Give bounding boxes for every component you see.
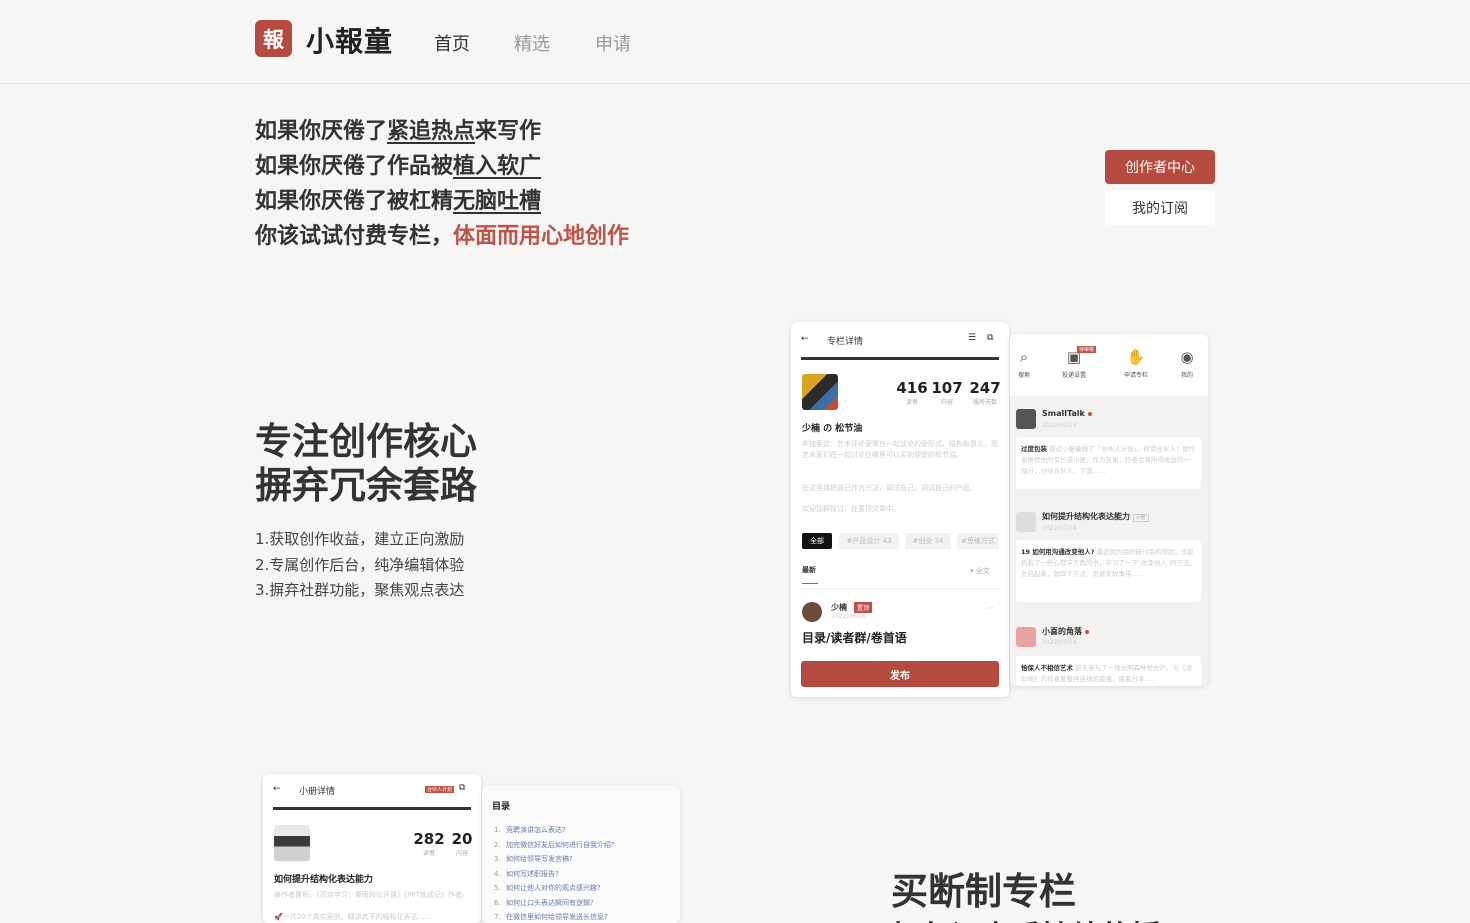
list-item[interactable]: 7. 在微信里如何给领导发送长信息? — [494, 910, 615, 923]
pending-badge: 待审核 — [1077, 346, 1097, 353]
logo-icon[interactable]: 報 — [255, 20, 292, 57]
toc-list: 1. 竞聘演讲怎么表达? 2. 加完微信好友后如何进行自我介绍? 3. 如何给领导写发… — [494, 823, 615, 923]
stat-readers: 416 读者 — [896, 379, 928, 406]
column-avatar — [802, 374, 838, 410]
brand-name[interactable]: 小報童 — [306, 20, 393, 60]
menu-icon: ☰ — [968, 333, 977, 343]
section2-title: 买断制专栏 — [891, 870, 1076, 913]
search-icon: ⌕ — [1019, 348, 1029, 366]
list-item[interactable]: 3. 如何给领导写发言稿? — [494, 852, 615, 867]
active-underline — [802, 583, 818, 584]
feed-item-name[interactable]: SmallTalk — [1042, 409, 1092, 418]
feed-avatar — [1016, 409, 1036, 429]
list-item[interactable]: 恰保人不相信艺术 前天参与了一场光明森林举办的，与《凛似地》的作者聚餐并连线的直… — [1016, 656, 1201, 686]
divider — [273, 807, 471, 810]
column-description: 毕加索说：艺术评论家聚在一起谈论的是形式、结构和意义，而艺术家们在一起讨论在哪里… — [802, 440, 998, 459]
hero-slogan: 如果你厌倦了紧追热点来写作 如果你厌倦了作品被植入软广 如果你厌倦了被杠精无脑吐… — [255, 116, 775, 256]
booklet-description-2: 🚀一共20个真实案例，精讲其下的结构化表达…… — [274, 913, 432, 921]
list-item[interactable]: 19 如何用沟通改变他人? 最近因为组织研讨会的原因，也趁机看了一些心理学方面的… — [1016, 540, 1201, 602]
tag-startup[interactable]: #创业 34 — [905, 533, 951, 549]
tag-product-design[interactable]: #产品设计 43 — [839, 533, 899, 549]
toc-screenshot: 目录 1. 竞聘演讲怎么表达? 2. 加完微信好友后如何进行自我介绍? 3. 如何给领… — [482, 786, 680, 923]
column-description-2: 在这里我把自己作为方法，调试自己，调试自己的产品。 — [802, 484, 977, 492]
screen-title: 专栏详情 — [827, 337, 864, 347]
nav-featured[interactable]: 精选 — [514, 30, 550, 56]
screen-title: 小册详情 — [299, 787, 336, 797]
list-item[interactable]: 4. 如何写述职报告? — [494, 867, 615, 882]
hero-line-1: 如果你厌倦了紧追热点来写作 — [255, 119, 542, 144]
divider — [802, 588, 1000, 589]
section1-title: 专注创作核心 摒弃冗余套路 — [255, 420, 477, 507]
tab-apply[interactable]: ✋ 申请专栏 — [1116, 348, 1156, 379]
booklet-description: 😁作者曹雨，《高效学习：曹雨的公开课》《PPT炼成记》作者。 — [274, 891, 470, 899]
booklet-avatar — [274, 825, 310, 861]
list-item[interactable]: 1. 竞聘演讲怎么表达? — [494, 823, 615, 838]
nav-home[interactable]: 首页 — [434, 30, 470, 56]
hero-line-4: 你该试试付费专栏，体面而用心地创作 — [255, 224, 630, 249]
nav-apply[interactable]: 申请 — [595, 30, 631, 56]
author-avatar — [802, 602, 822, 622]
feed-screenshot: ⌕ 搜索 ▣ 投递设置 待审核 ✋ 申请专栏 ◉ 我的 SmallTalk 2022/0… — [1010, 334, 1208, 686]
list-item[interactable]: 5. 如何让他人对你的观点感兴趣? — [494, 881, 615, 896]
tag-thinking[interactable]: #思维方式 — [957, 533, 999, 549]
hero-line-3: 如果你厌倦了被杠精无脑吐槽 — [255, 189, 542, 214]
partner-badge: 合伙人计划 — [425, 786, 455, 793]
tab-search[interactable]: ⌕ 搜索 — [1010, 348, 1044, 379]
back-arrow-icon: ← — [273, 784, 281, 794]
tag-all[interactable]: 全部 — [802, 533, 832, 549]
sort-full-text[interactable]: ▾ 全文 — [970, 566, 990, 576]
creator-center-button[interactable]: 创作者中心 — [1105, 150, 1215, 184]
list-item: 1.获取创作收益，建立正向激励 — [255, 530, 465, 548]
hand-icon: ✋ — [1126, 348, 1146, 366]
back-arrow-icon: ← — [801, 334, 809, 344]
more-icon[interactable]: ⋯ — [987, 604, 994, 612]
booklet-detail-screenshot: ← 小册详情 合伙人计划 ⧉ 282 读者 20 内容 如何提升结构化表达能力 😁作… — [263, 774, 481, 923]
share-icon: ⧉ — [987, 333, 994, 343]
list-item: 2.专属创作后台，纯净编辑体验 — [255, 555, 465, 574]
stat-readers: 282 读者 — [413, 830, 445, 857]
section1-points: 1.获取创作收益，建立正向激励 2.专属创作后台，纯净编辑体验 3.摒弃社群功能… — [255, 527, 464, 604]
pinned-badge: 置顶 — [854, 602, 873, 613]
post-date: 2022/06/06 — [831, 613, 866, 620]
tab-mine[interactable]: ◉ 我的 — [1167, 348, 1207, 379]
sort-latest[interactable]: 最新 — [802, 565, 816, 575]
list-item[interactable]: 6. 如何让口头表达瞬间有逻辑? — [494, 896, 615, 911]
divider — [801, 357, 999, 360]
share-icon: ⧉ — [459, 783, 466, 793]
user-icon: ◉ — [1180, 348, 1194, 366]
post-title[interactable]: 目录/读者群/卷首语 — [802, 629, 907, 646]
stat-contents: 107 内容 — [931, 379, 963, 406]
post-author: 少楠 — [831, 603, 847, 612]
publish-button[interactable]: 发布 — [801, 661, 999, 687]
toc-title: 目录 — [492, 802, 511, 812]
feed-item-date: 2022/07/14 — [1042, 422, 1077, 429]
hero-line-2: 如果你厌倦了作品被植入软广 — [255, 154, 542, 179]
column-description-3: 欢迎加群探讨，在置顶文章中。 — [802, 505, 900, 513]
list-item[interactable]: 2. 加完微信好友后如何进行自我介绍? — [494, 838, 615, 853]
feed-item-name[interactable]: 如何提升结构化表达能力 小册 — [1042, 511, 1149, 522]
column-name: 少楠 の 松节油 — [802, 424, 863, 434]
feed-item-date: 2022/07/14 — [1042, 639, 1077, 646]
section2-subtitle: 打包订户后持续的授 — [891, 912, 1161, 923]
list-item: 3.摒弃社群功能，聚焦观点表达 — [255, 581, 465, 599]
stat-contents: 20 内容 — [451, 830, 473, 857]
feed-item-date: 2022/07/14 — [1042, 525, 1077, 532]
feed-item-name[interactable]: 小喜的角落 — [1042, 626, 1089, 637]
stat-days: 247 服务天数 — [969, 379, 1001, 406]
top-navigation-bar: 報 小報童 首页 精选 申请 — [0, 0, 1470, 84]
column-detail-screenshot: ← 专栏详情 ☰ ⧉ 416 读者 107 内容 247 服务天数 少楠 の 松节油 … — [791, 322, 1009, 697]
booklet-name: 如何提升结构化表达能力 — [274, 875, 374, 885]
feed-avatar — [1016, 627, 1036, 647]
my-subscriptions-button[interactable]: 我的订阅 — [1105, 191, 1215, 225]
list-item[interactable]: 过度包装 最近小报童做了「合伙人计划」，何谓合伙人？即作者推荐他的专栏或小册，作… — [1016, 437, 1201, 489]
feed-avatar — [1016, 512, 1036, 532]
